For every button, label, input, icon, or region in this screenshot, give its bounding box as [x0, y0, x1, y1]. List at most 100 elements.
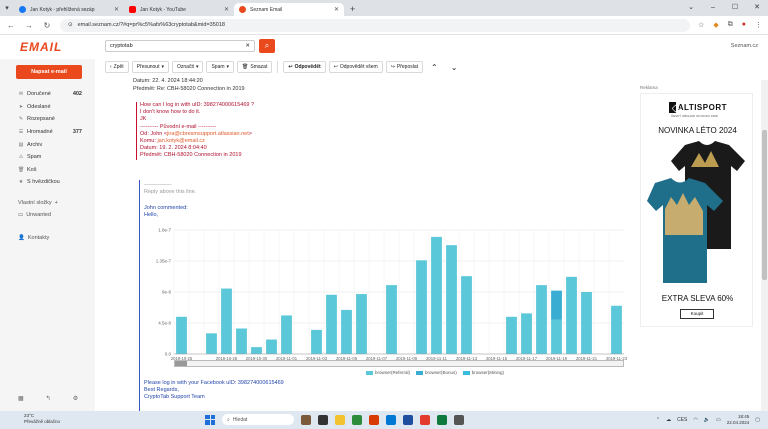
extensions-icon[interactable]: ⧉: [728, 21, 733, 29]
add-folder-icon[interactable]: +: [55, 200, 58, 206]
bar: [551, 290, 562, 320]
ad-buy-button[interactable]: Koupit: [680, 309, 714, 319]
y-tick-label: 4.5e-8: [158, 321, 171, 326]
quote-line: I don't know how to do it.: [140, 109, 201, 116]
wifi-icon[interactable]: ◠: [693, 417, 697, 423]
tab-close-icon[interactable]: ✕: [334, 6, 339, 13]
sidebar-item-contacts[interactable]: 👤 Kontakty: [18, 235, 49, 241]
task-view-icon[interactable]: [318, 414, 328, 425]
zoom-slider-handle[interactable]: [175, 361, 187, 366]
windows-start-icon[interactable]: [205, 414, 215, 425]
delete-button[interactable]: 🗑 Smazat: [237, 61, 273, 73]
notifications-icon[interactable]: ▢: [755, 417, 760, 423]
minimize-icon[interactable]: –: [702, 0, 724, 16]
language-indicator[interactable]: CES: [677, 417, 687, 423]
word-icon[interactable]: [403, 414, 413, 425]
tab-close-icon[interactable]: ✕: [224, 6, 229, 13]
email-logo[interactable]: EMAIL: [0, 40, 95, 54]
site-info-icon[interactable]: ⊙: [68, 22, 73, 28]
volume-icon[interactable]: 🔈: [704, 417, 710, 423]
close-window-icon[interactable]: ✕: [746, 0, 768, 16]
reply-button[interactable]: ↩ Odpovědět: [283, 61, 326, 73]
browser-tab-youtube[interactable]: Jan Kotyk - YouTube ✕: [124, 3, 234, 16]
sidebar-item-spam[interactable]: ⚠ Spam: [18, 151, 82, 164]
taskbar-search[interactable]: ⌕ Hledat: [222, 414, 294, 425]
photo-app-icon[interactable]: [301, 414, 311, 425]
folder-label: S hvězdičkou: [27, 179, 60, 186]
facebook-favicon-icon: [19, 6, 26, 13]
forward-button[interactable]: ↪ Přeposlat: [385, 61, 424, 73]
scrollbar-thumb[interactable]: [762, 130, 767, 280]
legend-item-mining[interactable]: browser(Mining): [462, 370, 504, 375]
browser-tab-seznam-email[interactable]: Seznam Email ✕: [234, 3, 344, 16]
sidebar-item-bulk[interactable]: ☰ Hromadné 377: [18, 126, 82, 139]
sidebar-item-archive[interactable]: ▤ Archiv: [18, 138, 82, 151]
address-bar[interactable]: ⊙ email.seznam.cz/?#q=pr%c5%afs%63crypto…: [60, 18, 691, 32]
tray-chevron-up-icon[interactable]: ⌃: [656, 417, 660, 423]
seznam-brand-link[interactable]: Seznam.cz: [731, 43, 758, 49]
profile-avatar-icon[interactable]: ●: [742, 21, 746, 29]
button-label: Odpovědět všem: [339, 64, 378, 70]
legend-swatch: [416, 370, 424, 375]
bookmark-star-icon[interactable]: ☆: [698, 21, 704, 29]
button-label: Odpovědět: [294, 64, 321, 70]
move-button[interactable]: Přesunout ▾: [131, 61, 169, 73]
ad-sale: EXTRA SLEVA 60%: [661, 294, 734, 303]
file-explorer-icon[interactable]: [335, 414, 345, 425]
reply-icon: ↩: [288, 64, 293, 70]
calendar-icon[interactable]: ▦: [18, 395, 24, 402]
taskbar-clock[interactable]: 18:45 22.04.2024: [727, 414, 750, 425]
office-app-icon[interactable]: [369, 414, 379, 425]
settings-app-icon[interactable]: [454, 414, 464, 425]
reply-marker: —————: [144, 182, 172, 188]
legend-item-bonus[interactable]: browser(Bonus): [416, 370, 457, 375]
page-scrollbar[interactable]: [761, 80, 768, 411]
reload-icon[interactable]: ↻: [42, 21, 52, 30]
sidebar-item-unwanted[interactable]: ▭ Unwanted: [18, 212, 51, 218]
new-tab-button[interactable]: +: [344, 3, 361, 16]
maximize-icon[interactable]: ☐: [724, 0, 746, 16]
to-email-link[interactable]: jan.kotyk@email.cz: [157, 138, 204, 144]
chrome-icon[interactable]: [420, 414, 430, 425]
spam-button[interactable]: Spam ▾: [206, 61, 235, 73]
tab-close-icon[interactable]: ✕: [114, 6, 119, 13]
sidebar-item-inbox[interactable]: ✉ Doručené 402: [18, 88, 82, 101]
chevron-down-icon[interactable]: ⌄: [680, 0, 702, 16]
weather-widget[interactable]: 23°C Převážně oblačno: [24, 413, 60, 425]
outlook-icon[interactable]: [386, 414, 396, 425]
sidebar-item-starred[interactable]: ★ S hvězdičkou: [18, 176, 82, 189]
signoff-line: Best Regards,: [144, 387, 179, 393]
chart-zoom-slider[interactable]: [174, 360, 624, 367]
sidebar-item-trash[interactable]: 🗑 Koš: [18, 164, 82, 177]
sidebar-item-drafts[interactable]: ✎ Rozepsané: [18, 113, 82, 126]
tab-search-icon[interactable]: ▾: [0, 0, 14, 16]
next-message-button[interactable]: ⌄: [445, 61, 463, 73]
extension-fox-icon[interactable]: ◆: [713, 21, 718, 29]
back-arrow-icon[interactable]: ←: [6, 21, 16, 30]
tab-label: Jan Kotyk - přehlížená sezáp: [30, 6, 95, 13]
from-email-link[interactable]: jira@cbresmsupport.atlassian.net: [167, 131, 249, 137]
settings-gear-icon[interactable]: ⚙: [73, 395, 78, 402]
reply-all-button[interactable]: ↩ Odpovědět všem: [328, 61, 383, 73]
mark-button[interactable]: Označit ▾: [172, 61, 204, 73]
onedrive-icon[interactable]: ☁: [666, 417, 671, 423]
custom-folders-toggle[interactable]: Vlastní složky +: [18, 200, 58, 206]
previous-message-button[interactable]: ⌃: [426, 61, 443, 73]
drafts-icon: ✎: [18, 116, 24, 123]
compose-button[interactable]: Napsat e-mail: [16, 65, 82, 79]
battery-icon[interactable]: ▭: [716, 417, 721, 423]
advertisement-banner[interactable]: ALTISPORT ČESKÝ OBCHOD OD ROKU 1998 NOVI…: [640, 93, 753, 327]
forward-arrow-icon[interactable]: →: [24, 21, 34, 30]
excel-icon[interactable]: [437, 414, 447, 425]
search-input[interactable]: cryptotab ✕: [105, 40, 255, 52]
menu-dots-icon[interactable]: ⋮: [755, 21, 762, 29]
clear-search-icon[interactable]: ✕: [245, 43, 250, 49]
back-button[interactable]: ‹ Zpět: [105, 61, 129, 73]
search-button[interactable]: ⌕: [259, 39, 275, 53]
edge-browser-icon[interactable]: [352, 414, 362, 425]
legend-item-referral[interactable]: browser(Referral): [366, 370, 410, 375]
sidebar-item-sent[interactable]: ➤ Odeslané: [18, 101, 82, 114]
help-icon[interactable]: ↰: [46, 395, 51, 402]
browser-tab-facebook[interactable]: Jan Kotyk - přehlížená sezáp ✕: [14, 3, 124, 16]
browser-toolbar-icons: ☆ ◆ ⧉ ● ⋮: [698, 21, 762, 29]
